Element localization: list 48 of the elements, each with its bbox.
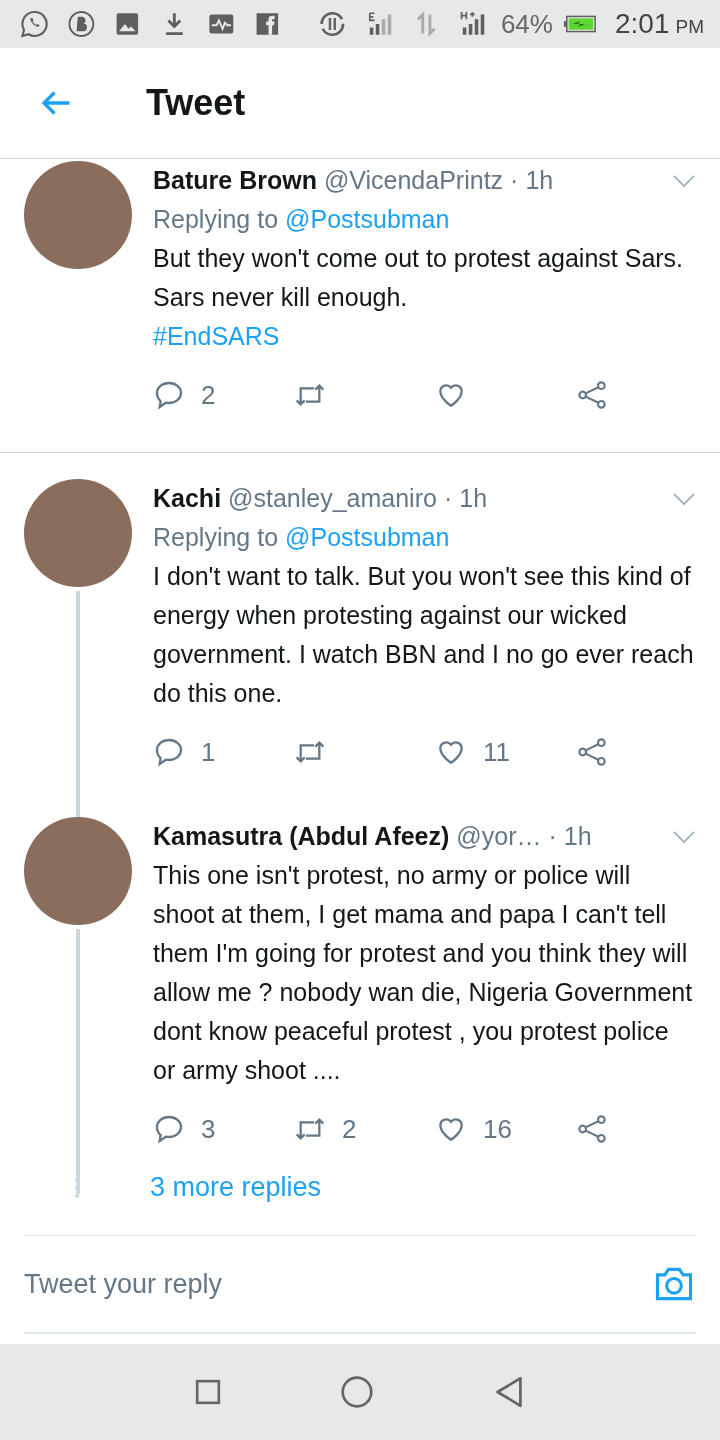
battery-icon — [562, 13, 597, 35]
speech-bubble-icon — [153, 379, 185, 411]
replying-label: Replying to — [153, 522, 279, 553]
home-button[interactable] — [341, 1376, 373, 1408]
share-icon — [576, 379, 608, 411]
user-name[interactable]: Bature Brown — [153, 161, 317, 200]
tweet-time: 1h — [525, 165, 554, 196]
hashtag-link[interactable]: #EndSARS — [153, 317, 280, 356]
tweet-time: 1h — [459, 483, 488, 514]
back-nav-button[interactable] — [493, 1376, 525, 1408]
more-replies-link[interactable]: 3 more replies — [150, 1172, 322, 1203]
user-handle[interactable]: @VicendaPrintz — [323, 161, 504, 200]
tweet-text: This one isn't protest, no army or police will shoot at them, I get mama and papa I can't tell them I'm going for protest and you think they will allow me ? nobody wan die, Nigeria Government dont know peaceful protest , you protest police or army shoot .... — [153, 860, 694, 1086]
time-text: 2:01 — [615, 8, 670, 40]
letter-b-icon — [66, 8, 96, 40]
recents-button[interactable] — [195, 1379, 221, 1405]
user-name[interactable]: Kachi — [153, 479, 222, 518]
reply-field[interactable]: Tweet your reply — [24, 1268, 544, 1300]
triangle-icon — [493, 1376, 525, 1408]
reply-button[interactable]: 2 — [153, 374, 294, 416]
am-pm-text: PM — [675, 16, 704, 38]
like-button[interactable]: 16 — [435, 1108, 576, 1150]
tweet-time: 1h — [563, 821, 592, 852]
share-icon — [576, 1113, 608, 1145]
separator-dot: · — [548, 821, 557, 852]
dots-icon — [74, 1175, 80, 1200]
user-handle[interactable]: @stanley_amaniro — [228, 479, 437, 518]
circle-icon — [341, 1376, 373, 1408]
retweet-button[interactable]: 2 — [294, 1108, 435, 1150]
chat-bubble-icon — [20, 8, 49, 40]
user-handle[interactable]: @yor… — [456, 817, 542, 856]
user-name[interactable]: Kamasutra (Abdul Afeez) — [153, 817, 450, 856]
mention-link[interactable]: @Postsubman — [285, 518, 450, 557]
like-button[interactable]: 11 — [435, 731, 576, 773]
tweet-text: But they won't come out to protest against Sars. Sars never kill enough. — [153, 243, 685, 313]
separator-dot: · — [443, 483, 453, 514]
reply-button[interactable]: 3 — [153, 1108, 294, 1150]
reply-button[interactable]: 1 — [153, 731, 294, 773]
speech-bubble-icon — [153, 736, 185, 768]
share-icon — [576, 736, 608, 768]
battery-percent: 64% — [500, 8, 553, 40]
tweet-text: I don't want to talk. But you won't see this kind of energy when protesting against our wicked government. I watch BBN and I no go ever reach do this one. — [153, 561, 695, 709]
replying-label: Replying to — [153, 204, 279, 235]
mention-link[interactable]: @Postsubman — [285, 200, 450, 239]
speech-bubble-icon — [153, 1113, 185, 1145]
square-icon — [195, 1379, 221, 1405]
separator-dot: · — [510, 165, 519, 196]
page-title: Tweet — [146, 82, 246, 124]
